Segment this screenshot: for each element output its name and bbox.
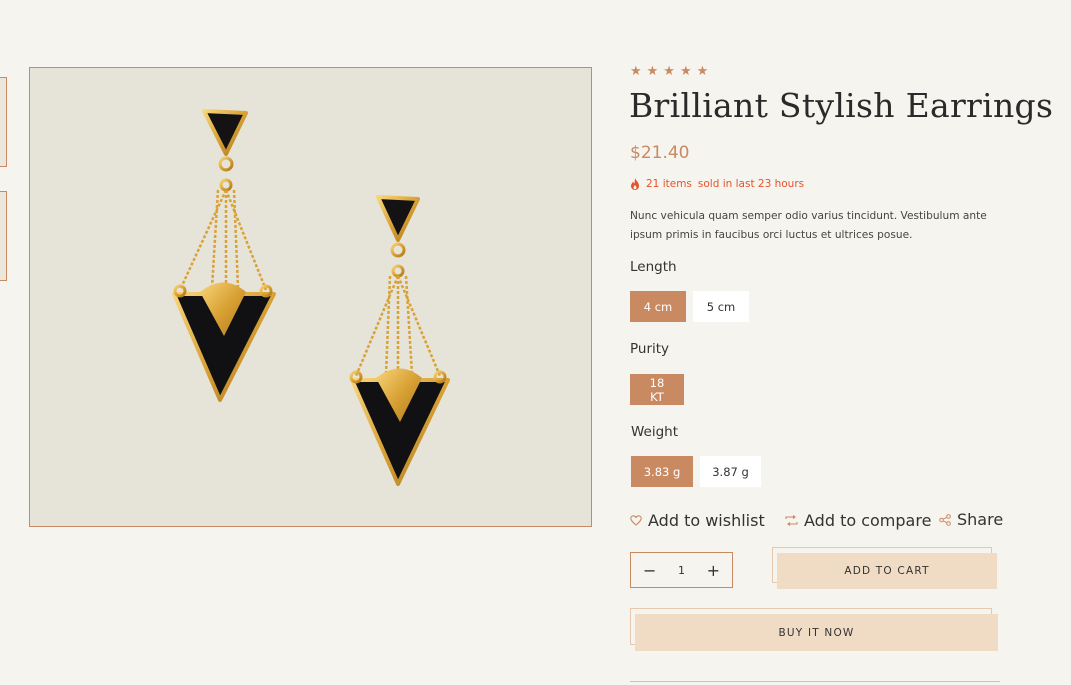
quantity-stepper: − + [630, 552, 733, 588]
quantity-decrease-button[interactable]: − [639, 561, 660, 580]
quantity-increase-button[interactable]: + [703, 561, 724, 580]
buy-now-wrapper: BUY IT NOW [630, 608, 998, 651]
heart-icon [630, 515, 642, 526]
add-to-cart-button[interactable]: ADD TO CART [777, 553, 997, 589]
add-to-wishlist-label: Add to wishlist [648, 511, 765, 530]
weight-label: Weight [631, 424, 679, 440]
share-label: Share [957, 510, 1004, 529]
thumbnail-1[interactable] [0, 77, 7, 167]
weight-option-3-83g[interactable]: 3.83 g [631, 456, 693, 487]
fire-icon [631, 178, 639, 190]
purity-label: Purity [630, 341, 670, 357]
add-to-compare-link[interactable]: Add to compare [785, 511, 931, 530]
product-main-image [29, 67, 592, 527]
purity-options: 18 KT [630, 374, 684, 405]
buy-now-button[interactable]: BUY IT NOW [635, 614, 998, 651]
add-to-wishlist-link[interactable]: Add to wishlist [630, 511, 765, 530]
compare-arrows-icon [785, 515, 798, 526]
rating-stars: ★★★★★ [630, 64, 714, 79]
add-to-cart-wrapper: ADD TO CART [772, 547, 997, 589]
share-icon [939, 513, 951, 526]
product-price: $21.40 [630, 143, 690, 163]
divider [630, 681, 1000, 682]
right-earring [349, 195, 450, 486]
earrings-illustration [172, 109, 450, 486]
length-option-5cm[interactable]: 5 cm [693, 291, 749, 322]
weight-option-3-87g[interactable]: 3.87 g [700, 456, 761, 487]
sold-count: 21 items [646, 178, 692, 190]
purity-option-18kt[interactable]: 18 KT [630, 374, 684, 405]
sold-text: sold in last 23 hours [697, 178, 805, 190]
length-option-4cm[interactable]: 4 cm [630, 291, 686, 322]
thumbnail-2[interactable] [0, 191, 7, 281]
length-label: Length [630, 259, 677, 275]
product-description: Nunc vehicula quam semper odio varius ti… [630, 210, 987, 241]
product-title: Brilliant Stylish Earrings [629, 86, 1054, 125]
quantity-input[interactable] [664, 562, 699, 578]
sold-indicator: 21 items sold in last 23 hours [630, 178, 804, 190]
left-earring [172, 109, 276, 402]
add-to-compare-label: Add to compare [804, 511, 932, 530]
weight-options: 3.83 g 3.87 g [631, 456, 761, 487]
share-link[interactable]: Share [939, 510, 1003, 529]
length-options: 4 cm 5 cm [630, 291, 749, 322]
